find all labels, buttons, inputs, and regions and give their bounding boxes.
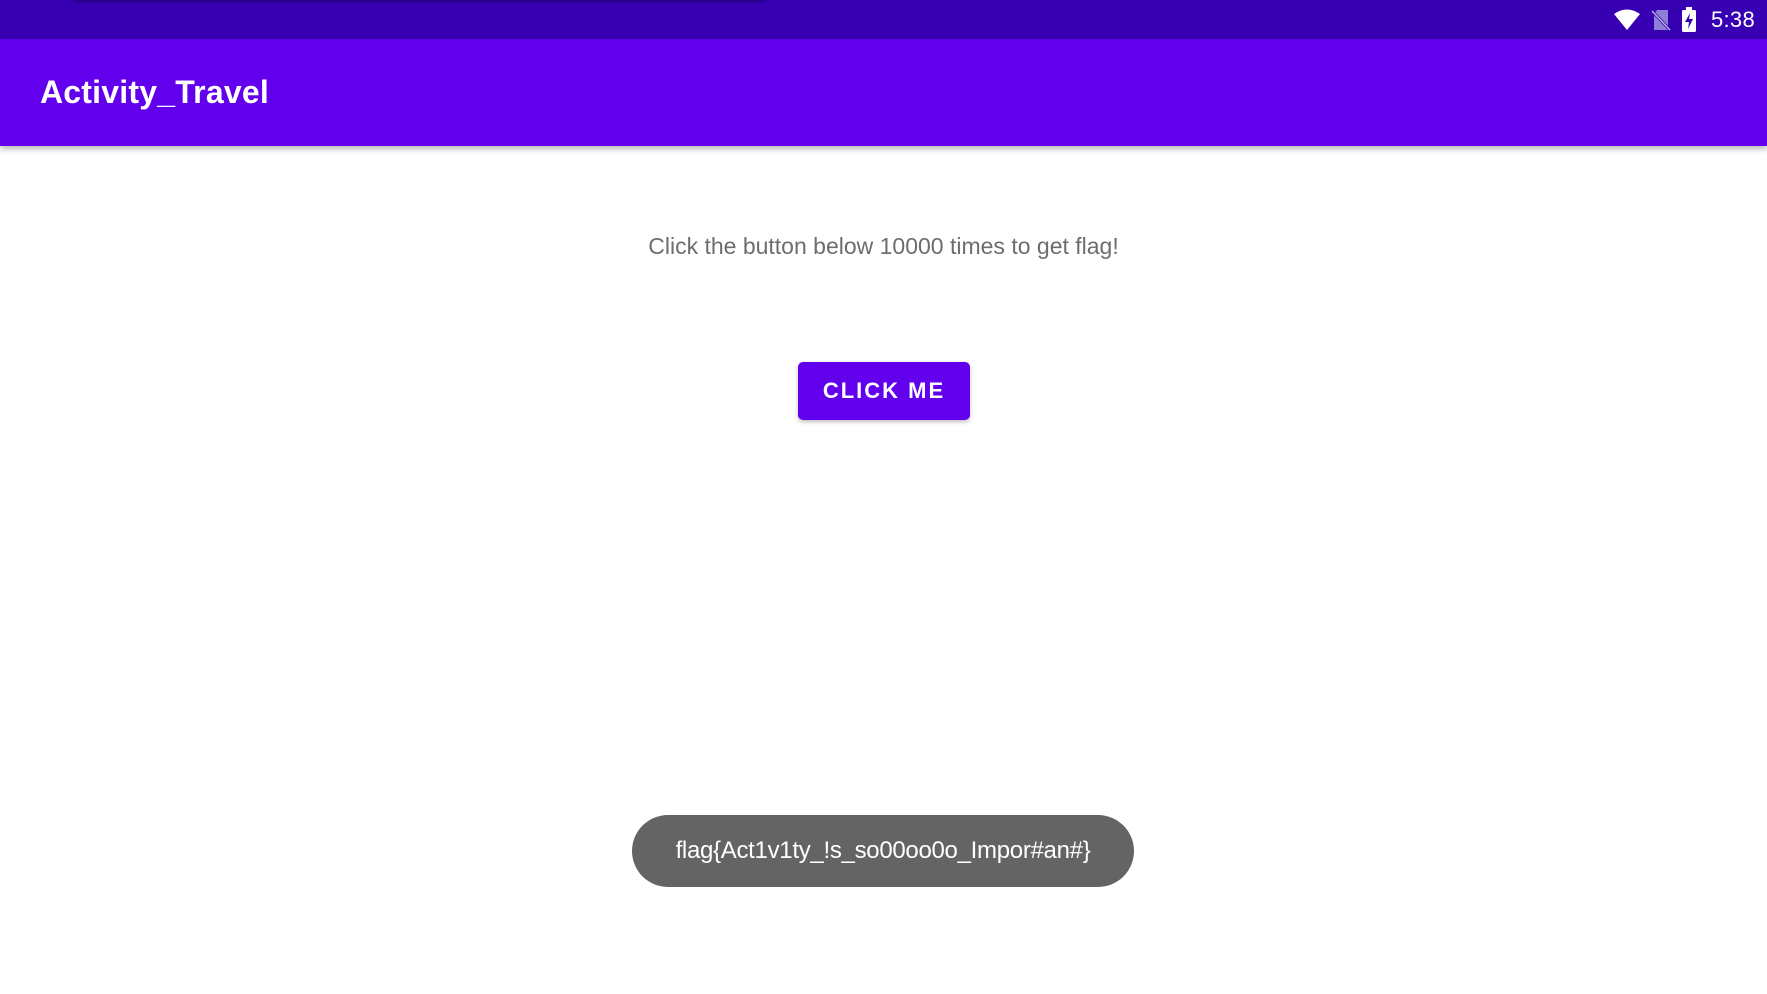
toast-message: flag{Act1v1ty_!s_so00oo0o_Impor#an#} <box>632 815 1134 887</box>
toast-text: flag{Act1v1ty_!s_so00oo0o_Impor#an#} <box>675 837 1091 864</box>
status-bar: 5:38 <box>0 0 1767 39</box>
status-icons: 5:38 <box>1613 0 1755 39</box>
battery-charging-icon <box>1681 6 1697 33</box>
click-me-button[interactable]: CLICK ME <box>798 362 970 420</box>
status-time: 5:38 <box>1710 6 1755 32</box>
app-screen: 5:38 Activity_Travel Click the button be… <box>0 0 1767 994</box>
app-bar: Activity_Travel <box>0 39 1767 146</box>
no-sim-icon <box>1650 8 1671 32</box>
status-bar-progress <box>75 0 765 3</box>
instruction-text: Click the button below 10000 times to ge… <box>648 233 1119 259</box>
wifi-icon <box>1613 8 1641 32</box>
app-title: Activity_Travel <box>40 74 269 110</box>
